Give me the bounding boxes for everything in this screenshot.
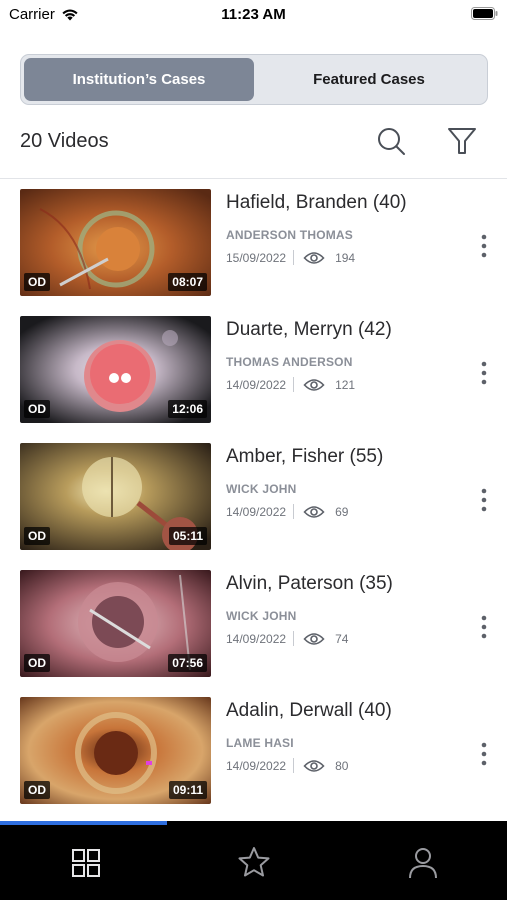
- duration-badge: 12:06: [168, 400, 207, 418]
- battery-icon: [471, 7, 498, 20]
- institution-cases-tab[interactable]: Institution’s Cases: [24, 58, 254, 101]
- case-title: Adalin, Derwall (40): [226, 700, 392, 721]
- case-date: 15/09/2022: [226, 250, 287, 265]
- case-date: 14/09/2022: [226, 377, 287, 392]
- more-options-icon[interactable]: [474, 360, 494, 386]
- eye-badge: OD: [24, 273, 50, 291]
- case-title: Duarte, Merryn (42): [226, 319, 392, 340]
- case-list: OD 08:07 Hafield, Branden (40) ANDERSON …: [0, 187, 507, 822]
- video-count: 20 Videos: [20, 130, 109, 152]
- case-date: 14/09/2022: [226, 504, 287, 519]
- case-meta: 14/09/2022 121: [226, 377, 355, 392]
- more-options-icon[interactable]: [474, 233, 494, 259]
- view-count: 121: [335, 377, 356, 392]
- grid-icon[interactable]: [66, 843, 106, 883]
- case-thumbnail[interactable]: OD 08:07: [20, 189, 211, 296]
- person-icon[interactable]: [403, 843, 443, 883]
- case-thumbnail[interactable]: OD 07:56: [20, 570, 211, 677]
- case-title: Alvin, Paterson (35): [226, 573, 393, 594]
- more-options-icon[interactable]: [474, 614, 494, 640]
- meta-separator: [293, 377, 295, 392]
- case-thumbnail[interactable]: OD 12:06: [20, 316, 211, 423]
- eye-badge: OD: [24, 654, 50, 672]
- duration-badge: 05:11: [168, 527, 207, 545]
- case-row[interactable]: OD 09:11 Adalin, Derwall (40) LAME HASI …: [0, 695, 507, 822]
- toolbar-divider: [0, 178, 507, 179]
- case-row[interactable]: OD 05:11 Amber, Fisher (55) WICK JOHN 14…: [0, 441, 507, 568]
- eye-icon: [303, 505, 325, 518]
- more-options-icon[interactable]: [474, 487, 494, 513]
- case-surgeon: WICK JOHN: [226, 482, 297, 496]
- eye-badge: OD: [24, 527, 50, 545]
- view-count: 194: [335, 250, 356, 265]
- case-title: Hafield, Branden (40): [226, 192, 407, 213]
- eye-badge: OD: [24, 781, 50, 799]
- case-title: Amber, Fisher (55): [226, 446, 384, 467]
- case-row[interactable]: OD 08:07 Hafield, Branden (40) ANDERSON …: [0, 187, 507, 314]
- case-source-segmented-control: Institution’s Cases Featured Cases: [20, 54, 488, 105]
- meta-separator: [293, 758, 295, 773]
- eye-icon: [303, 378, 325, 391]
- case-surgeon: ANDERSON THOMAS: [226, 228, 354, 242]
- featured-cases-tab[interactable]: Featured Cases: [254, 58, 484, 101]
- case-meta: 14/09/2022 80: [226, 758, 348, 773]
- bottom-tab-bar: [0, 825, 507, 900]
- duration-badge: 07:56: [168, 654, 207, 672]
- case-meta: 14/09/2022 69: [226, 504, 348, 519]
- filter-icon[interactable]: [445, 124, 479, 158]
- meta-separator: [293, 504, 295, 519]
- eye-icon: [303, 632, 325, 645]
- duration-badge: 09:11: [168, 781, 207, 799]
- case-meta: 14/09/2022 74: [226, 631, 348, 646]
- case-row[interactable]: OD 12:06 Duarte, Merryn (42) THOMAS ANDE…: [0, 314, 507, 441]
- eye-icon: [303, 759, 325, 772]
- more-options-icon[interactable]: [474, 741, 494, 767]
- duration-badge: 08:07: [168, 273, 207, 291]
- case-surgeon: LAME HASI: [226, 736, 294, 750]
- eye-icon: [303, 251, 325, 264]
- meta-separator: [293, 631, 295, 646]
- case-meta: 15/09/2022 194: [226, 250, 355, 265]
- star-icon[interactable]: [234, 843, 274, 883]
- eye-badge: OD: [24, 400, 50, 418]
- case-surgeon: THOMAS ANDERSON: [226, 355, 353, 369]
- list-toolbar: 20 Videos: [0, 120, 507, 164]
- view-count: 69: [335, 504, 349, 519]
- case-thumbnail[interactable]: OD 05:11: [20, 443, 211, 550]
- case-date: 14/09/2022: [226, 758, 287, 773]
- case-surgeon: WICK JOHN: [226, 609, 297, 623]
- status-bar: Carrier 11:23 AM: [0, 0, 507, 30]
- case-row[interactable]: OD 07:56 Alvin, Paterson (35) WICK JOHN …: [0, 568, 507, 695]
- view-count: 80: [335, 758, 349, 773]
- search-icon[interactable]: [374, 124, 408, 158]
- case-thumbnail[interactable]: OD 09:11: [20, 697, 211, 804]
- meta-separator: [293, 250, 295, 265]
- view-count: 74: [335, 631, 349, 646]
- status-time: 11:23 AM: [221, 6, 286, 23]
- case-date: 14/09/2022: [226, 631, 287, 646]
